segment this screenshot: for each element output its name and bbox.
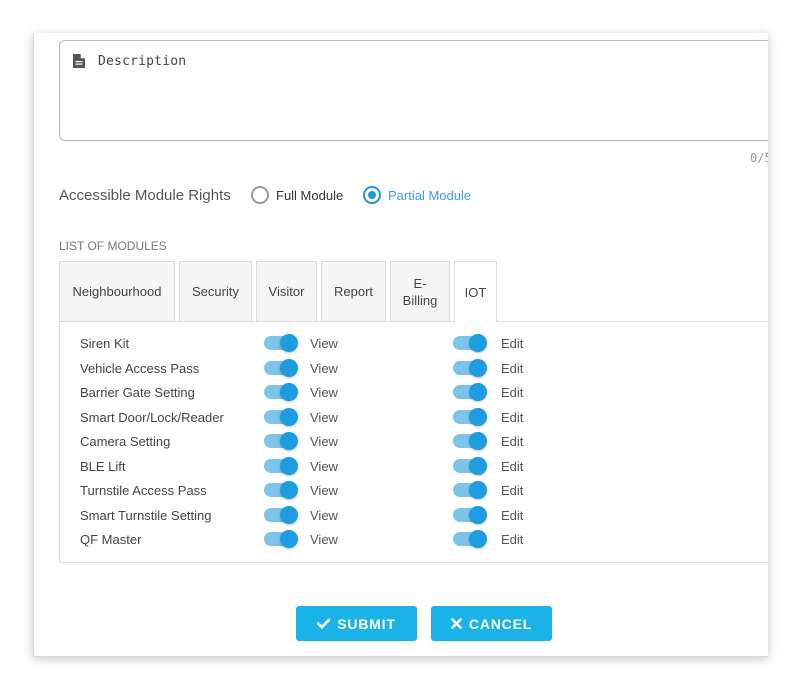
module-name: BLE Lift — [80, 458, 126, 474]
partial-module-radio[interactable]: Partial Module — [363, 186, 471, 204]
module-row: Barrier Gate Setting View Edit — [60, 383, 760, 403]
view-toggle[interactable] — [264, 383, 298, 401]
edit-toggle[interactable] — [453, 334, 487, 352]
cancel-button[interactable]: CANCEL — [431, 606, 552, 641]
list-of-modules-heading: LIST OF MODULES — [59, 239, 167, 253]
toggle-knob — [469, 358, 487, 377]
tab-e-billing[interactable]: E- Billing — [390, 261, 450, 321]
edit-label: Edit — [501, 483, 524, 498]
tab-security[interactable]: Security — [179, 261, 252, 321]
module-name: Smart Door/Lock/Reader — [80, 409, 224, 425]
description-textarea[interactable]: Description — [59, 40, 768, 141]
edit-toggle[interactable] — [453, 407, 487, 426]
view-label: View — [310, 336, 338, 351]
edit-label: Edit — [501, 360, 524, 376]
edit-label: Edit — [501, 532, 524, 547]
toggle-knob — [469, 530, 487, 548]
edit-label: Edit — [501, 385, 524, 400]
toggle-knob — [280, 456, 298, 475]
radio-circle[interactable] — [251, 186, 269, 204]
radio-circle-checked[interactable] — [363, 186, 381, 204]
edit-toggle[interactable] — [453, 456, 487, 475]
toggle-knob — [280, 407, 298, 426]
module-row: Camera Setting View Edit — [60, 432, 760, 452]
check-icon — [317, 618, 331, 629]
submit-label: SUBMIT — [337, 615, 396, 632]
view-toggle[interactable] — [264, 432, 298, 450]
toggle-knob — [280, 505, 298, 524]
toggle-knob — [469, 481, 487, 499]
view-label: View — [310, 507, 338, 523]
module-row: QF Master View Edit — [60, 530, 760, 550]
tab-visitor[interactable]: Visitor — [256, 261, 317, 321]
submit-button[interactable]: SUBMIT — [296, 606, 417, 641]
toggle-knob — [280, 530, 298, 548]
module-row: Smart Door/Lock/Reader View Edit — [60, 407, 760, 428]
module-name: Siren Kit — [80, 336, 130, 351]
view-label: View — [310, 360, 338, 376]
edit-label: Edit — [501, 507, 524, 523]
description-placeholder: Description — [98, 54, 187, 69]
toggle-knob — [469, 505, 487, 524]
toggle-knob — [280, 383, 298, 401]
module-name: Vehicle Access Pass — [80, 360, 200, 376]
module-name: Barrier Gate Setting — [80, 385, 195, 400]
edit-label: Edit — [501, 434, 524, 449]
view-toggle[interactable] — [264, 456, 298, 475]
edit-toggle[interactable] — [453, 358, 487, 377]
module-rights-label: Accessible Module Rights — [59, 187, 231, 204]
view-label: View — [310, 385, 338, 400]
edit-toggle[interactable] — [453, 505, 487, 524]
module-row: Turnstile Access Pass View Edit — [60, 481, 760, 501]
view-toggle[interactable] — [264, 358, 298, 377]
toggle-knob — [280, 334, 298, 352]
view-label: View — [310, 409, 338, 425]
edit-toggle[interactable] — [453, 383, 487, 401]
view-label: View — [310, 532, 338, 547]
edit-label: Edit — [501, 409, 524, 425]
toggle-knob — [280, 432, 298, 450]
toggle-knob — [469, 456, 487, 475]
module-name: Turnstile Access Pass — [80, 483, 207, 498]
view-toggle[interactable] — [264, 530, 298, 548]
module-permissions-panel: Siren Kit View Edit Vehicle Access Pass View… — [59, 321, 768, 563]
toggle-knob — [469, 334, 487, 352]
toggle-knob — [469, 383, 487, 401]
view-label: View — [310, 458, 338, 474]
edit-label: Edit — [501, 458, 524, 474]
edit-toggle[interactable] — [453, 432, 487, 450]
view-toggle[interactable] — [264, 407, 298, 426]
module-row: Vehicle Access Pass View Edit — [60, 358, 760, 379]
view-toggle[interactable] — [264, 505, 298, 524]
module-name: Camera Setting — [80, 434, 171, 449]
module-name: Smart Turnstile Setting — [80, 507, 212, 523]
tab-neighbourhood[interactable]: Neighbourhood — [59, 261, 175, 321]
toggle-knob — [280, 358, 298, 377]
full-module-radio[interactable]: Full Module — [251, 186, 343, 204]
module-row: Smart Turnstile Setting View Edit — [60, 505, 760, 526]
module-row: Siren Kit View Edit — [60, 334, 760, 354]
module-row: BLE Lift View Edit — [60, 456, 760, 477]
edit-toggle[interactable] — [453, 530, 487, 548]
close-icon — [451, 618, 462, 629]
role-form-card: Description 0/5 Accessible Module Rights… — [33, 33, 768, 657]
partial-module-label: Partial Module — [388, 187, 472, 203]
view-label: View — [310, 434, 338, 449]
file-text-icon — [73, 54, 85, 68]
view-toggle[interactable] — [264, 334, 298, 352]
edit-label: Edit — [501, 336, 524, 351]
view-label: View — [310, 483, 338, 498]
tab-iot[interactable]: IOT — [454, 261, 497, 322]
module-name: QF Master — [80, 532, 142, 547]
edit-toggle[interactable] — [453, 481, 487, 499]
toggle-knob — [469, 432, 487, 450]
tab-report[interactable]: Report — [321, 261, 386, 321]
toggle-knob — [469, 407, 487, 426]
toggle-knob — [280, 481, 298, 499]
character-counter: 0/5 — [750, 151, 768, 165]
full-module-label: Full Module — [276, 187, 344, 203]
cancel-label: CANCEL — [468, 615, 533, 632]
view-toggle[interactable] — [264, 481, 298, 499]
